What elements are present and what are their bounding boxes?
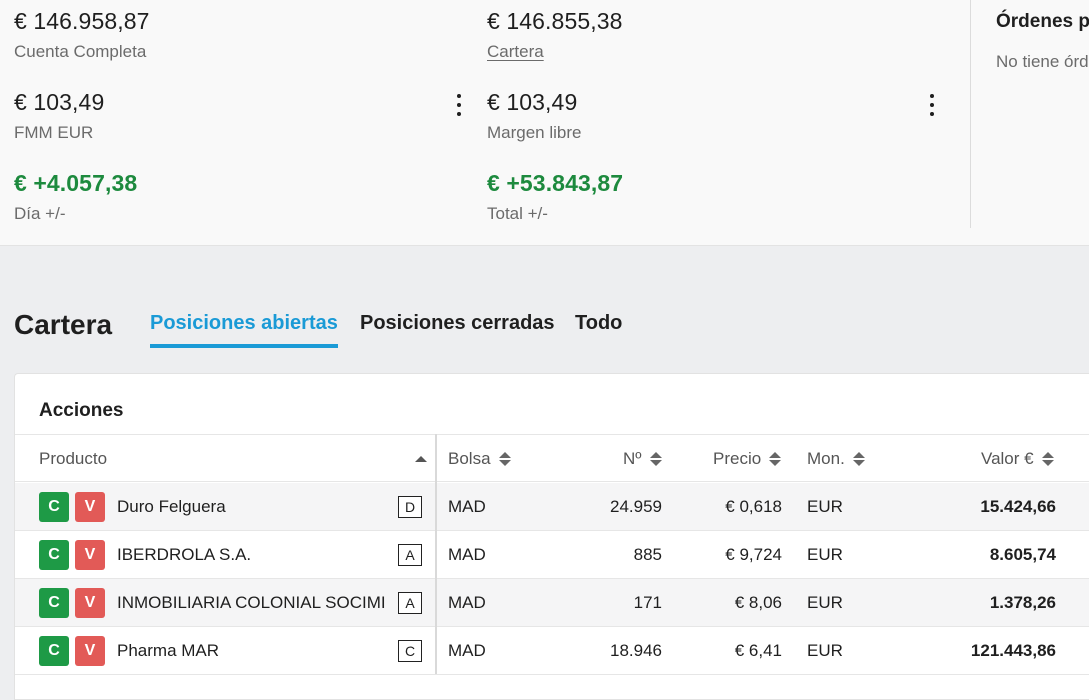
header-moneda-label: Mon. <box>807 448 845 468</box>
buy-button[interactable]: C <box>39 492 69 522</box>
account-summary: € 146.958,87 Cuenta Completa € 146.855,3… <box>0 0 1089 246</box>
table-row[interactable]: C V Duro Felguera D MAD 24.959 € 0,618 E… <box>15 483 1089 531</box>
sort-icon <box>1041 451 1054 467</box>
numero-cell: 24.959 <box>610 496 662 516</box>
orders-empty-message: No tiene órd <box>996 52 1089 71</box>
header-producto-label: Producto <box>39 448 108 468</box>
section-title: Acciones <box>39 400 124 421</box>
cartera-link[interactable]: Cartera <box>487 42 623 62</box>
margen-label: Margen libre <box>487 123 582 142</box>
table-row[interactable]: C V Pharma MAR C MAD 18.946 € 6,41 EUR 1… <box>15 627 1089 675</box>
fmm-value: € 103,49 <box>14 89 105 115</box>
fmm-more-icon[interactable] <box>449 91 469 119</box>
precio-cell: € 0,618 <box>725 496 782 516</box>
header-bolsa-label: Bolsa <box>448 448 491 468</box>
precio-cell: € 8,06 <box>734 592 782 612</box>
sort-icon <box>498 451 511 467</box>
numero-cell: 171 <box>633 592 662 612</box>
numero-cell: 885 <box>633 544 662 564</box>
sort-icon <box>649 451 662 467</box>
header-producto[interactable]: Producto <box>39 435 429 482</box>
product-name[interactable]: INMOBILIARIA COLONIAL SOCIMI <box>117 579 386 626</box>
metric-cuenta-completa: € 146.958,87 Cuenta Completa <box>14 8 150 62</box>
header-bolsa[interactable]: Bolsa <box>448 435 511 482</box>
header-valor-label: Valor € <box>981 448 1034 468</box>
header-precio-label: Precio <box>713 448 762 468</box>
table-row[interactable]: C V INMOBILIARIA COLONIAL SOCIMI A MAD 1… <box>15 579 1089 627</box>
metric-dia: € +4.057,38 Día +/- <box>14 170 137 224</box>
buy-button[interactable]: C <box>39 636 69 666</box>
total-label: Total +/- <box>487 204 548 223</box>
buy-button[interactable]: C <box>39 540 69 570</box>
header-moneda[interactable]: Mon. <box>807 435 865 482</box>
page-title: Cartera <box>14 309 113 340</box>
header-numero[interactable]: Nº <box>623 435 662 482</box>
table-header: Producto Bolsa Nº Precio Mon. Valor € <box>15 434 1089 482</box>
bolsa-cell: MAD <box>448 640 486 660</box>
product-badge: A <box>398 544 422 566</box>
total-value: € +53.843,87 <box>487 170 624 196</box>
margen-value: € 103,49 <box>487 89 578 115</box>
tab-todo[interactable]: Todo <box>575 312 622 344</box>
sort-icon <box>769 451 782 467</box>
metric-margen: € 103,49 Margen libre <box>487 89 582 143</box>
sell-button[interactable]: V <box>75 492 105 522</box>
valor-cell: 15.424,66 <box>980 496 1056 516</box>
header-valor[interactable]: Valor € <box>981 435 1054 482</box>
panel-divider <box>970 0 971 228</box>
orders-title: Órdenes p <box>996 11 1089 32</box>
product-name[interactable]: Duro Felguera <box>117 483 226 530</box>
header-numero-label: Nº <box>623 448 642 468</box>
dia-label: Día +/- <box>14 204 66 223</box>
bolsa-cell: MAD <box>448 592 486 612</box>
moneda-cell: EUR <box>807 544 843 564</box>
metric-cartera: € 146.855,38 Cartera <box>487 8 623 62</box>
sort-asc-icon <box>415 455 427 462</box>
valor-cell: 121.443,86 <box>970 640 1056 660</box>
tab-posiciones-abiertas[interactable]: Posiciones abiertas <box>150 312 338 348</box>
table-row[interactable]: C V IBERDROLA S.A. A MAD 885 € 9,724 EUR… <box>15 531 1089 579</box>
buy-button[interactable]: C <box>39 588 69 618</box>
dia-value: € +4.057,38 <box>14 170 138 196</box>
sell-button[interactable]: V <box>75 636 105 666</box>
moneda-cell: EUR <box>807 592 843 612</box>
product-badge: C <box>398 640 422 662</box>
valor-cell: 8.605,74 <box>989 544 1056 564</box>
product-badge: D <box>398 496 422 518</box>
sort-icon <box>852 451 865 467</box>
precio-cell: € 6,41 <box>734 640 782 660</box>
metric-fmm: € 103,49 FMM EUR <box>14 89 104 143</box>
fmm-label: FMM EUR <box>14 123 94 142</box>
precio-cell: € 9,724 <box>725 544 782 564</box>
product-name[interactable]: Pharma MAR <box>117 627 219 674</box>
positions-card: Acciones Producto Bolsa Nº Precio Mon. V… <box>14 373 1089 700</box>
numero-cell: 18.946 <box>610 640 662 660</box>
moneda-cell: EUR <box>807 496 843 516</box>
tab-posiciones-cerradas[interactable]: Posiciones cerradas <box>360 312 555 344</box>
margen-more-icon[interactable] <box>922 91 942 119</box>
product-badge: A <box>398 592 422 614</box>
cartera-value: € 146.855,38 <box>487 8 623 34</box>
header-precio[interactable]: Precio <box>713 435 782 482</box>
frozen-column-divider <box>435 434 437 674</box>
sell-button[interactable]: V <box>75 588 105 618</box>
bolsa-cell: MAD <box>448 544 486 564</box>
moneda-cell: EUR <box>807 640 843 660</box>
cuenta-completa-label: Cuenta Completa <box>14 42 147 61</box>
valor-cell: 1.378,26 <box>989 592 1056 612</box>
sell-button[interactable]: V <box>75 540 105 570</box>
cuenta-completa-value: € 146.958,87 <box>14 8 150 34</box>
bolsa-cell: MAD <box>448 496 486 516</box>
metric-total: € +53.843,87 Total +/- <box>487 170 623 224</box>
product-name[interactable]: IBERDROLA S.A. <box>117 531 251 578</box>
